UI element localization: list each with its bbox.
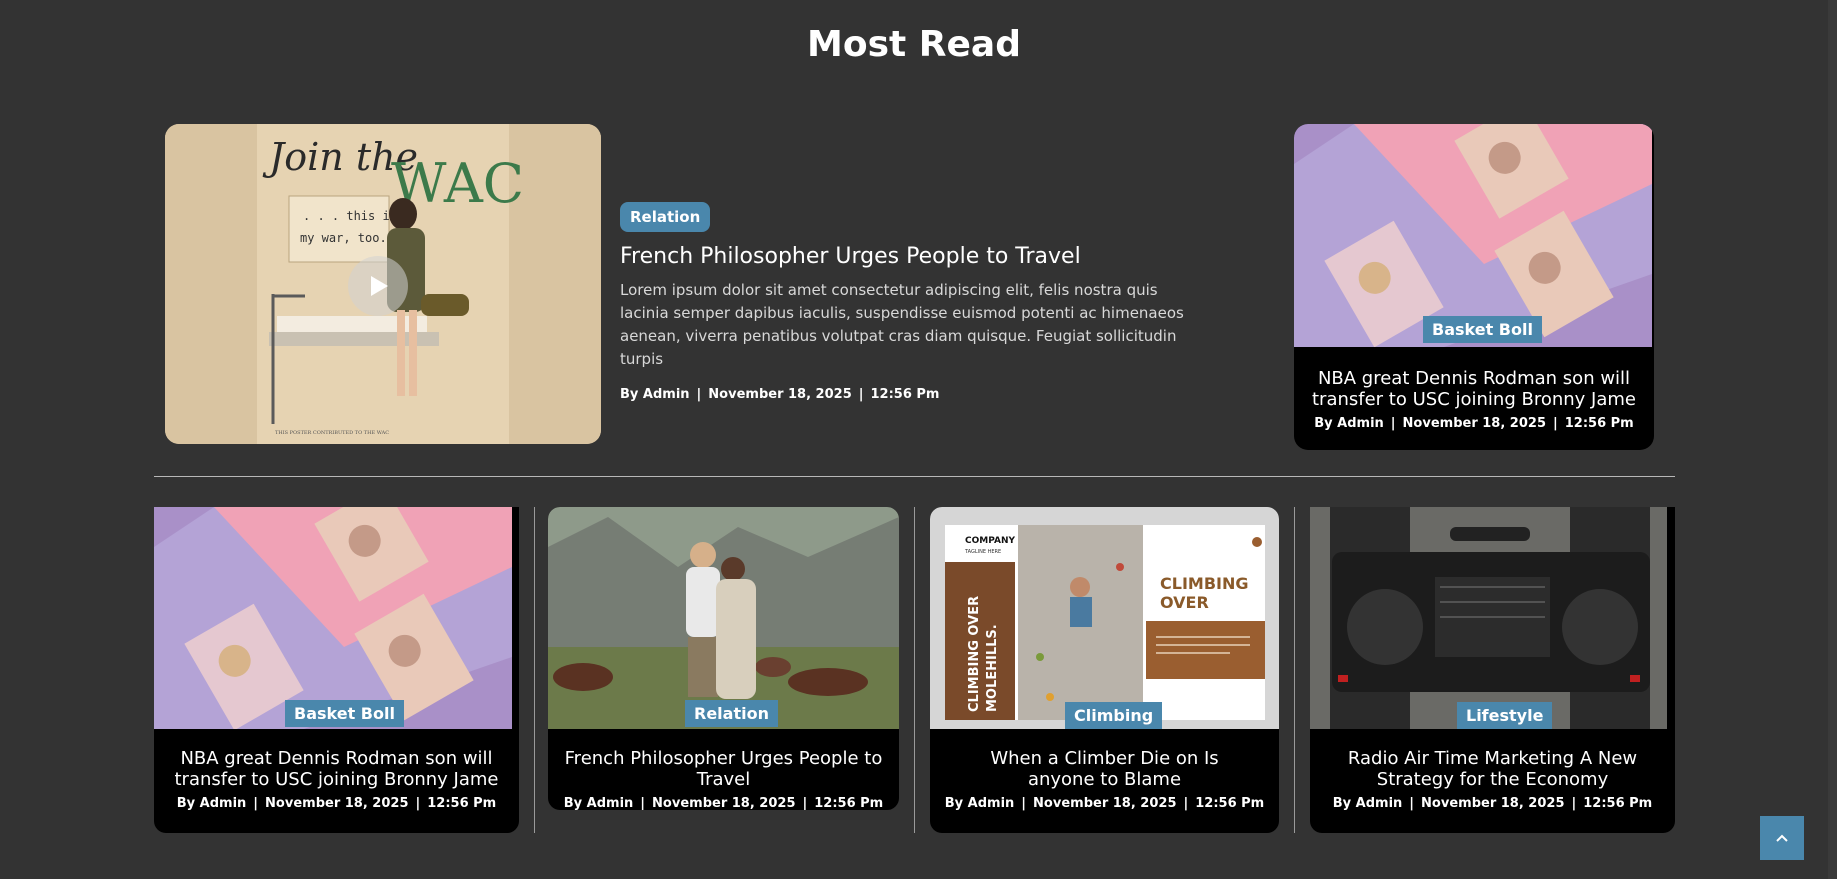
card-title[interactable]: French Philosopher Urges People to Trave…: [548, 748, 899, 790]
post-date: November 18, 2025: [652, 796, 796, 810]
category-badge[interactable]: Basket Boll: [1423, 316, 1542, 343]
author-link[interactable]: By Admin: [620, 387, 690, 402]
category-badge[interactable]: Relation: [620, 202, 711, 232]
svg-text:. . . this is: . . . this is: [303, 209, 397, 223]
author-link[interactable]: By Admin: [177, 796, 247, 811]
play-icon: [371, 276, 388, 296]
card-body: When a Climber Die on Is anyone to Blame…: [930, 748, 1279, 811]
svg-text:my war, too.: my war, too.: [300, 231, 387, 245]
card-title[interactable]: When a Climber Die on Is anyone to Blame: [955, 748, 1255, 790]
post-time: 12:56 Pm: [870, 387, 940, 402]
card-title[interactable]: NBA great Dennis Rodman son will transfe…: [157, 748, 517, 790]
chevron-up-icon: [1776, 834, 1788, 842]
card-image[interactable]: [154, 507, 512, 729]
page-scrollbar[interactable]: [1828, 0, 1837, 879]
section-title: Most Read: [807, 24, 1021, 65]
featured-excerpt: Lorem ipsum dolor sit amet consectetur a…: [620, 281, 1184, 368]
svg-text:OVER: OVER: [1160, 593, 1209, 612]
column-divider: [914, 507, 915, 833]
card-title[interactable]: Radio Air Time Marketing A New Strategy …: [1323, 748, 1663, 790]
card-image[interactable]: [1310, 507, 1667, 729]
post-time: 12:56 Pm: [814, 796, 884, 810]
article-card[interactable]: Basket Boll NBA great Dennis Rodman son …: [154, 507, 519, 833]
article-meta: By Admin | November 18, 2025 | 12:56 Pm: [1314, 416, 1634, 431]
category-badge[interactable]: Basket Boll: [285, 700, 404, 727]
card-body: French Philosopher Urges People to Trave…: [548, 748, 899, 810]
article-card[interactable]: Lifestyle Radio Air Time Marketing A New…: [1310, 507, 1675, 833]
back-to-top-button[interactable]: [1760, 816, 1804, 860]
post-date: November 18, 2025: [265, 796, 409, 811]
column-divider: [1294, 507, 1295, 833]
article-meta: By Admin | November 18, 2025 | 12:56 Pm: [563, 796, 884, 810]
author-link[interactable]: By Admin: [1333, 796, 1403, 811]
category-badge[interactable]: Relation: [685, 700, 778, 727]
card-title[interactable]: NBA great Dennis Rodman son will transfe…: [1299, 368, 1649, 410]
card-image[interactable]: [548, 507, 899, 729]
author-link[interactable]: By Admin: [564, 796, 634, 810]
post-time: 12:56 Pm: [1583, 796, 1653, 811]
featured-image[interactable]: Join the WAC . . . this is my war, too. …: [165, 124, 601, 444]
post-date: November 18, 2025: [1033, 796, 1177, 811]
svg-text:CLIMBING OVER: CLIMBING OVER: [967, 596, 982, 712]
article-card[interactable]: COMPANY NAME TAGLINE HERE CLIMBING OVER …: [930, 507, 1279, 833]
post-date: November 18, 2025: [1402, 416, 1546, 431]
card-body: NBA great Dennis Rodman son will transfe…: [154, 748, 519, 811]
author-link[interactable]: By Admin: [1314, 416, 1384, 431]
post-time: 12:56 Pm: [427, 796, 497, 811]
card-image[interactable]: [1294, 124, 1652, 347]
featured-article: Relation French Philosopher Urges People…: [620, 202, 1205, 402]
svg-text:THIS POSTER CONTRIBUTED TO THE: THIS POSTER CONTRIBUTED TO THE WAC: [275, 430, 389, 436]
side-article-card[interactable]: Basket Boll NBA great Dennis Rodman son …: [1294, 124, 1654, 450]
featured-title[interactable]: French Philosopher Urges People to Trave…: [620, 244, 1205, 269]
article-meta: By Admin | November 18, 2025 | 12:56 Pm: [1332, 796, 1653, 811]
article-card[interactable]: Relation French Philosopher Urges People…: [548, 507, 899, 810]
svg-text:CLIMBING: CLIMBING: [1160, 574, 1248, 593]
author-link[interactable]: By Admin: [945, 796, 1015, 811]
svg-text:TAGLINE HERE: TAGLINE HERE: [964, 549, 1001, 555]
post-time: 12:56 Pm: [1195, 796, 1265, 811]
column-divider: [534, 507, 535, 833]
post-date: November 18, 2025: [1421, 796, 1565, 811]
post-date: November 18, 2025: [708, 387, 852, 402]
post-time: 12:56 Pm: [1564, 416, 1634, 431]
article-meta: By Admin | November 18, 2025 | 12:56 Pm: [176, 796, 497, 811]
card-body: NBA great Dennis Rodman son will transfe…: [1294, 368, 1654, 431]
article-meta: By Admin | November 18, 2025 | 12:56 Pm: [620, 387, 940, 402]
category-badge[interactable]: Lifestyle: [1457, 702, 1553, 729]
svg-text:MOLEHILLS.: MOLEHILLS.: [985, 624, 1000, 712]
card-image[interactable]: COMPANY NAME TAGLINE HERE CLIMBING OVER …: [930, 507, 1279, 729]
section-divider: [154, 476, 1675, 477]
article-meta: By Admin | November 18, 2025 | 12:56 Pm: [944, 796, 1265, 811]
category-badge[interactable]: Climbing: [1065, 702, 1163, 729]
card-body: Radio Air Time Marketing A New Strategy …: [1310, 748, 1675, 811]
play-button[interactable]: [348, 256, 408, 316]
